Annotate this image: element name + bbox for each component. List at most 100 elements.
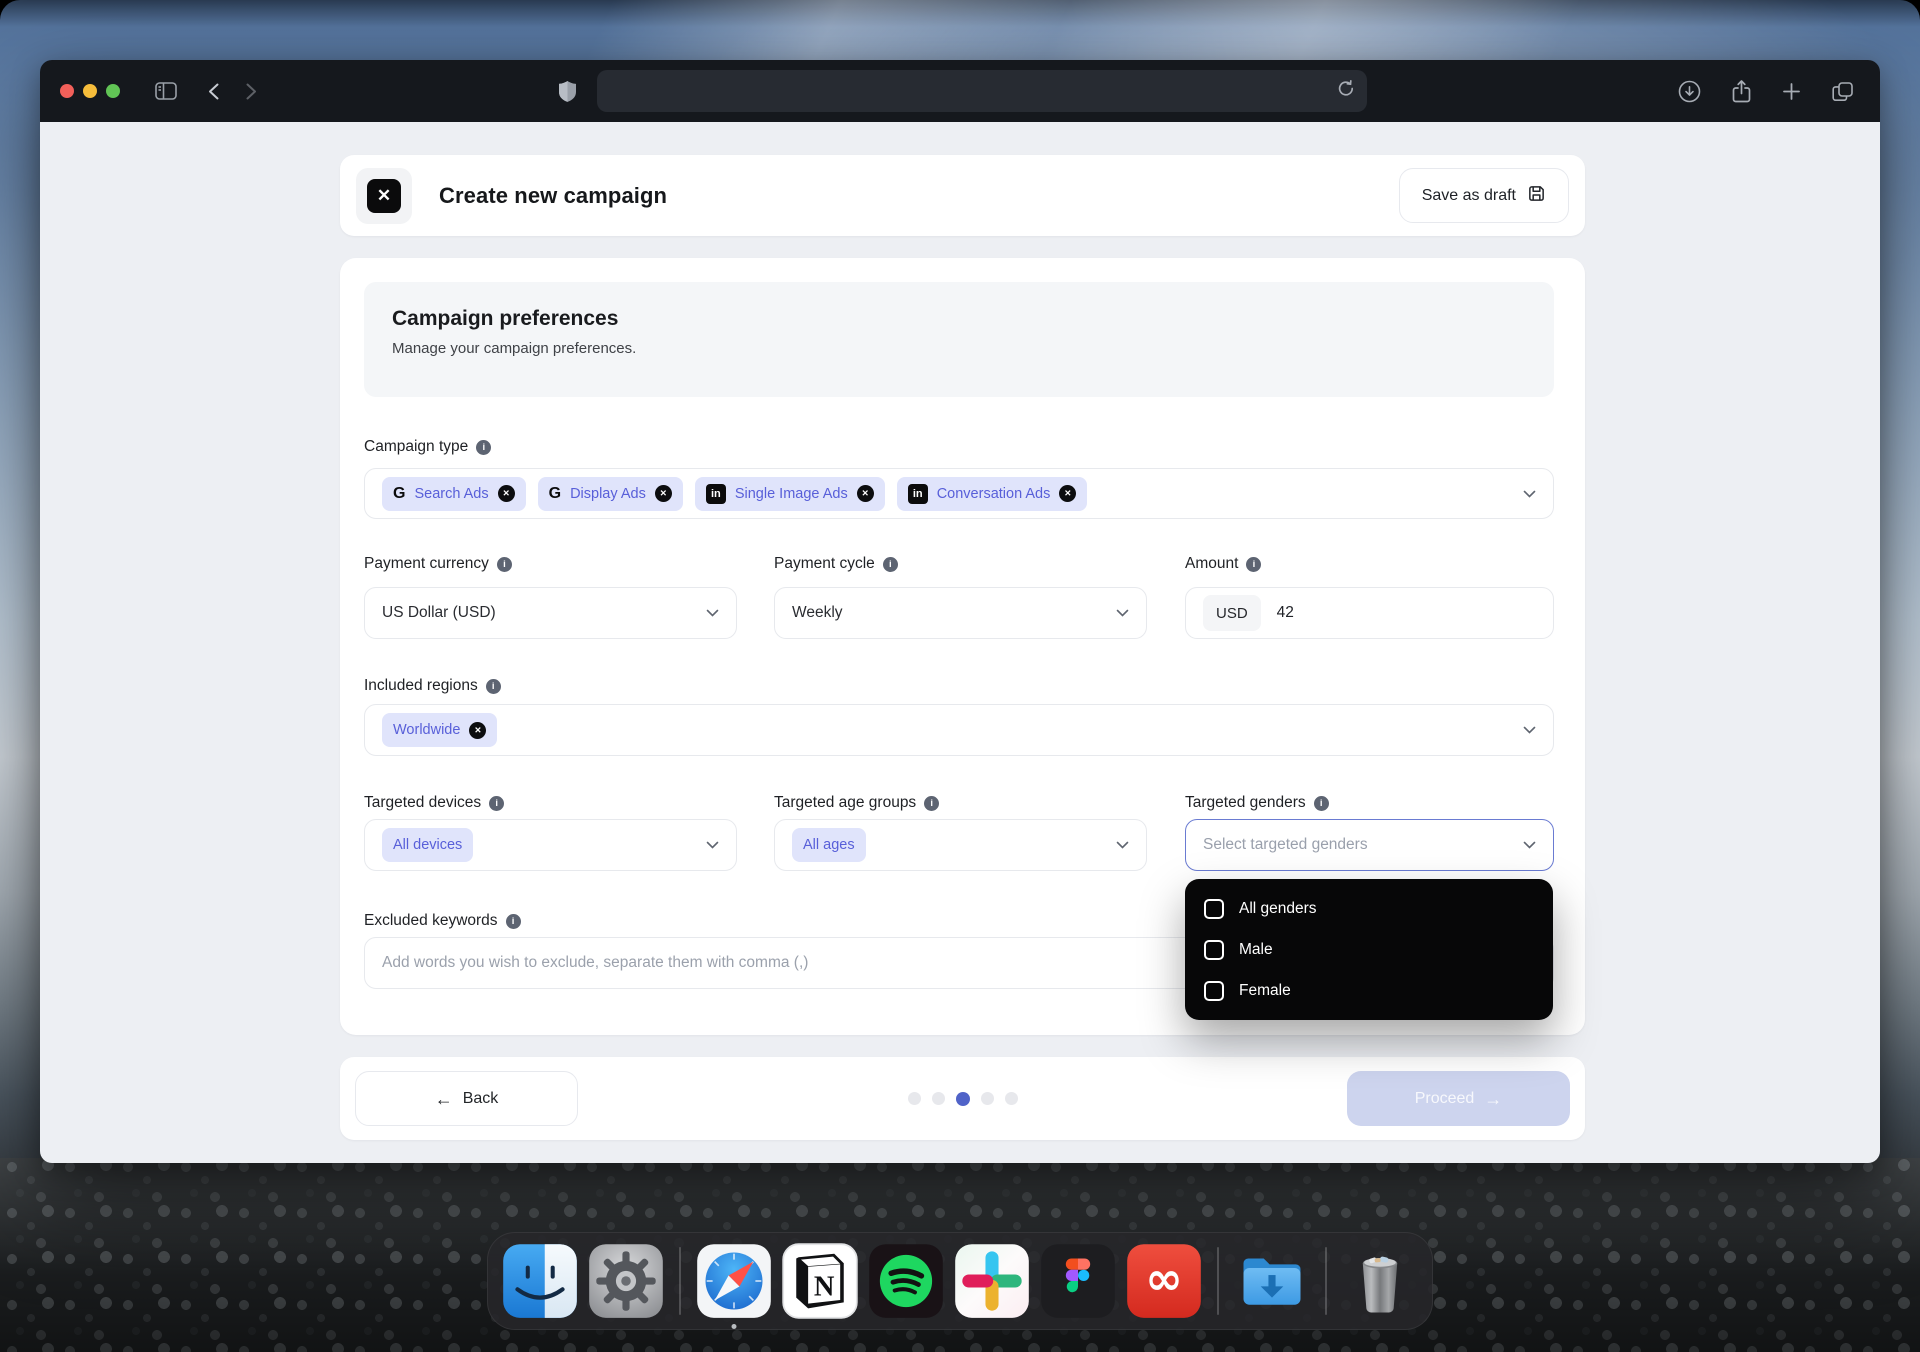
back-icon[interactable] [204,79,223,104]
dock-icon-slack[interactable] [954,1243,1030,1319]
step-dot [932,1092,945,1105]
tag-worldwide: Worldwide ✕ [382,713,497,747]
campaign-header: ✕ Create new campaign Save as draft [340,155,1585,236]
svg-text:N: N [814,1271,835,1302]
payment-cycle-select[interactable]: Weekly [774,587,1147,639]
tag-search-ads: G Search Ads ✕ [382,477,526,511]
info-icon[interactable] [506,914,521,929]
x-logo-icon: ✕ [367,179,401,213]
page-content: ✕ Create new campaign Save as draft Camp… [40,122,1880,1163]
section-title: Campaign preferences [392,307,1526,331]
tag-all-ages: All ages [792,828,866,862]
targeted-devices-select[interactable]: All devices [364,819,737,871]
tag-single-image-ads: in Single Image Ads ✕ [695,477,885,511]
wizard-footer: ← Back Proceed → [340,1057,1585,1140]
minimize-window-button[interactable] [83,84,97,98]
step-dot [981,1092,994,1105]
desktop: ✕ Create new campaign Save as draft Camp… [0,0,1920,1352]
targeted-age-groups-select[interactable]: All ages [774,819,1147,871]
chevron-down-icon [1116,609,1129,617]
info-icon[interactable] [476,440,491,455]
tag-all-devices: All devices [382,828,473,862]
targeted-genders-dropdown: All genders Male Female [1185,879,1553,1020]
dock-separator [1325,1247,1327,1315]
dock-icon-safari[interactable] [696,1243,772,1319]
targeted-devices-label: Targeted devices [364,794,504,812]
dock: N [487,1232,1433,1330]
zoom-window-button[interactable] [106,84,120,98]
sidebar-toggle-icon[interactable] [151,78,181,104]
step-dot [1005,1092,1018,1105]
included-regions-multiselect[interactable]: Worldwide ✕ [364,704,1554,756]
address-bar[interactable] [597,70,1367,112]
checkbox-icon[interactable] [1204,899,1224,919]
option-male[interactable]: Male [1185,929,1553,970]
privacy-shield-icon [554,76,581,107]
remove-tag-icon[interactable]: ✕ [1059,485,1076,502]
remove-tag-icon[interactable]: ✕ [498,485,515,502]
info-icon[interactable] [1246,557,1261,572]
dock-icon-downloads-folder[interactable] [1234,1243,1310,1319]
close-window-button[interactable] [60,84,74,98]
campaign-type-multiselect[interactable]: G Search Ads ✕ G Display Ads ✕ in Single… [364,468,1554,519]
active-app-dot [732,1324,737,1329]
save-as-draft-button[interactable]: Save as draft [1399,168,1569,223]
dock-icon-trash[interactable] [1342,1243,1418,1319]
info-icon[interactable] [883,557,898,572]
tag-display-ads: G Display Ads ✕ [538,477,683,511]
arrow-right-icon: → [1484,1090,1502,1108]
targeted-age-groups-label: Targeted age groups [774,794,939,812]
amount-label: Amount [1185,555,1261,573]
linkedin-icon: in [908,484,928,504]
amount-value: 42 [1277,604,1294,622]
downloads-icon[interactable] [1674,76,1705,107]
payment-cycle-label: Payment cycle [774,555,898,573]
info-icon[interactable] [497,557,512,572]
tab-overview-icon[interactable] [1827,77,1858,106]
reload-icon[interactable] [1337,80,1355,103]
dock-separator [1217,1247,1219,1315]
dock-icon-notion[interactable]: N [782,1243,858,1319]
chevron-down-icon [1523,841,1536,849]
info-icon[interactable] [489,796,504,811]
checkbox-icon[interactable] [1204,981,1224,1001]
dock-icon-spotify[interactable] [868,1243,944,1319]
section-banner: Campaign preferences Manage your campaig… [364,282,1554,397]
browser-toolbar [40,60,1880,122]
page-title: Create new campaign [439,183,667,209]
section-subtitle: Manage your campaign preferences. [392,340,1526,357]
amount-input[interactable]: USD 42 [1185,587,1554,639]
campaign-preferences-card: Campaign preferences Manage your campaig… [340,258,1585,1035]
back-button[interactable]: ← Back [355,1071,578,1126]
option-female[interactable]: Female [1185,970,1553,1011]
payment-currency-select[interactable]: US Dollar (USD) [364,587,737,639]
info-icon[interactable] [1314,796,1329,811]
info-icon[interactable] [486,679,501,694]
tag-conversation-ads: in Conversation Ads ✕ [897,477,1088,511]
info-icon[interactable] [924,796,939,811]
forward-icon[interactable] [242,79,261,104]
payment-currency-label: Payment currency [364,555,512,573]
chevron-down-icon [1523,490,1536,498]
chevron-down-icon [1523,726,1536,734]
dock-icon-system-settings[interactable] [588,1243,664,1319]
app-logo-badge: ✕ [356,168,412,224]
targeted-genders-select[interactable]: Select targeted genders [1185,819,1554,871]
dock-icon-finder[interactable] [502,1243,578,1319]
google-icon: G [549,485,561,503]
share-icon[interactable] [1727,75,1756,108]
currency-badge: USD [1203,595,1261,631]
chevron-down-icon [706,841,719,849]
browser-window: ✕ Create new campaign Save as draft Camp… [40,60,1880,1163]
checkbox-icon[interactable] [1204,940,1224,960]
remove-tag-icon[interactable]: ✕ [469,722,486,739]
new-tab-icon[interactable] [1778,78,1805,105]
proceed-button[interactable]: Proceed → [1347,1071,1570,1126]
remove-tag-icon[interactable]: ✕ [655,485,672,502]
dock-icon-figma[interactable] [1040,1243,1116,1319]
option-all-genders[interactable]: All genders [1185,888,1553,929]
linkedin-icon: in [706,484,726,504]
included-regions-label: Included regions [364,677,501,695]
remove-tag-icon[interactable]: ✕ [857,485,874,502]
dock-icon-adobe-creative-cloud[interactable]: ∞ [1126,1243,1202,1319]
